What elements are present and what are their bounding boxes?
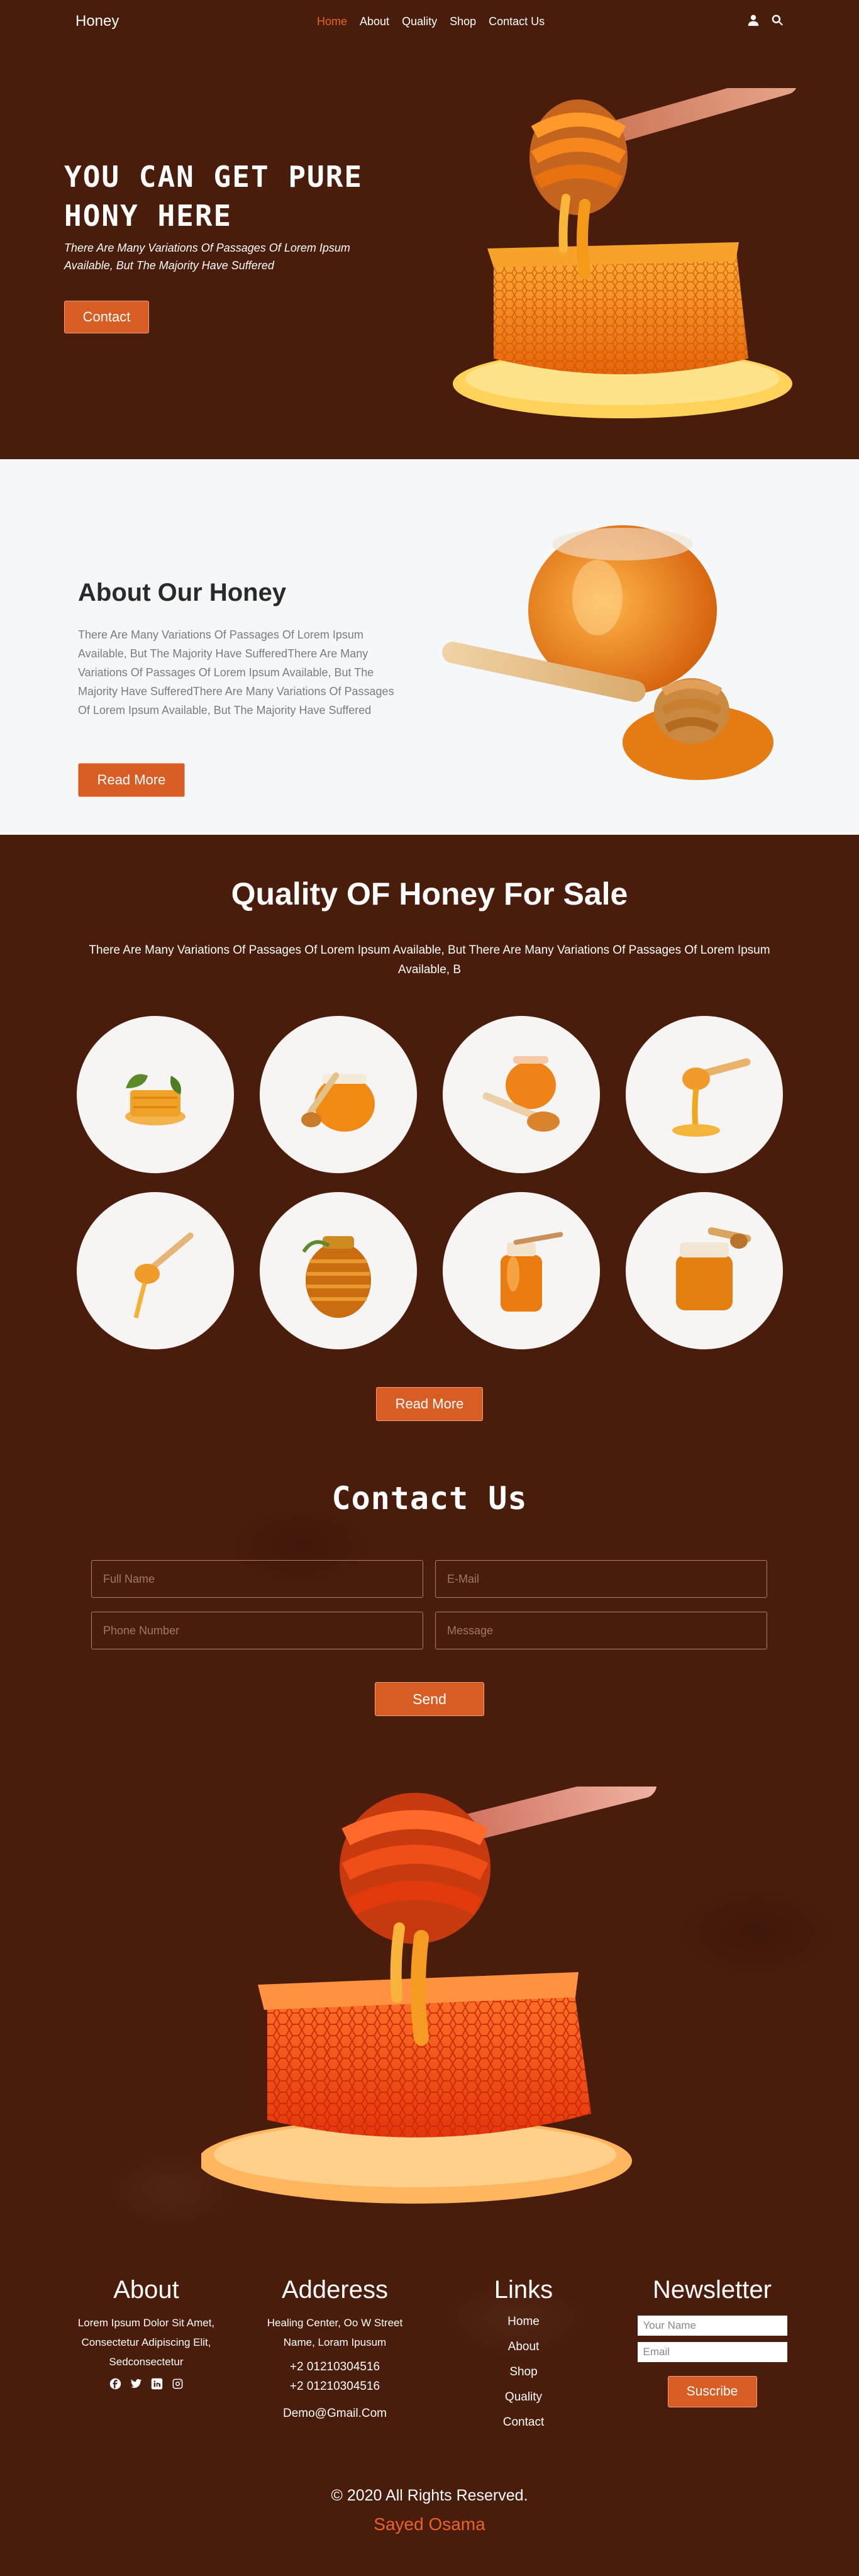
nav-link-home[interactable]: Home <box>317 15 347 28</box>
phone-number-field[interactable] <box>91 1612 423 1649</box>
instagram-icon[interactable] <box>172 2378 184 2390</box>
footer-about-text: Lorem Ipsum Dolor Sit Amet, Consectetur … <box>77 2317 215 2368</box>
product-honey-comb[interactable] <box>77 1016 234 1173</box>
quality-subtitle: There Are Many Variations Of Passages Of… <box>89 944 770 976</box>
nav-link-contact[interactable]: Contact Us <box>489 15 545 28</box>
honeycomb-dipper-large-image <box>201 1787 657 2204</box>
about-read-more-button[interactable]: Read More <box>78 763 185 797</box>
hero-title: YOU CAN GET PURE HONY HERE <box>64 160 363 233</box>
product-honey-jar[interactable] <box>626 1192 783 1349</box>
footer-link-quality[interactable]: Quality <box>440 2385 607 2410</box>
footer-about: About Lorem Ipsum Dolor Sit Amet, Consec… <box>63 2276 230 2390</box>
user-icon[interactable] <box>747 14 760 26</box>
search-icon[interactable] <box>771 14 784 26</box>
nav-link-shop[interactable]: Shop <box>450 15 476 28</box>
facebook-icon[interactable] <box>109 2378 121 2390</box>
product-honey-pot[interactable] <box>443 1016 600 1173</box>
copyright-text: © 2020 All Rights Reserved. <box>331 2487 528 2504</box>
product-honey-bottle[interactable] <box>443 1192 600 1349</box>
honey-pot-image <box>482 1056 560 1132</box>
honey-drip-image <box>672 1058 751 1137</box>
dipper-drip-image <box>133 1232 194 1319</box>
newsletter-name-input[interactable] <box>637 2316 787 2336</box>
twitter-icon[interactable] <box>130 2378 142 2390</box>
email-field[interactable] <box>435 1560 767 1598</box>
nav-link-about[interactable]: About <box>360 15 389 28</box>
honeycomb-dipper-image <box>453 88 797 418</box>
footer-phone-2: +2 01210304516 <box>289 2380 380 2393</box>
brand-logo[interactable]: Honey <box>75 13 119 30</box>
product-dipper-drip[interactable] <box>77 1192 234 1349</box>
footer-newsletter-title: Newsletter <box>653 2276 772 2304</box>
quality-title: Quality OF Honey For Sale <box>231 876 628 912</box>
linkedin-icon[interactable] <box>151 2378 163 2390</box>
footer-about-title: About <box>113 2276 179 2304</box>
quality-read-more-button[interactable]: Read More <box>376 1387 483 1421</box>
full-name-field[interactable] <box>91 1560 423 1598</box>
top-nav: Honey Home About Quality Shop Contact Us <box>0 0 859 45</box>
hero-subtitle: There Are Many Variations Of Passages Of… <box>64 242 350 272</box>
footer-email[interactable]: Demo@Gmail.Com <box>252 2404 418 2423</box>
footer-address: Adderess Healing Center, Oo W Street Nam… <box>252 2276 418 2423</box>
send-button[interactable]: Send <box>375 1682 484 1716</box>
honey-jar-dipper-image <box>442 525 773 780</box>
product-beehive-jar[interactable] <box>260 1192 417 1349</box>
product-honey-jar-dipper[interactable] <box>260 1016 417 1173</box>
product-honey-drip[interactable] <box>626 1016 783 1173</box>
footer-link-contact[interactable]: Contact <box>440 2410 607 2435</box>
subscribe-button[interactable]: Suscribe <box>667 2376 757 2407</box>
hero-contact-button[interactable]: Contact <box>64 301 149 333</box>
nav-links: Home About Quality Shop Contact Us <box>317 15 545 28</box>
footer-address-text: Healing Center, Oo W Street Name, Loram … <box>267 2317 403 2348</box>
message-field[interactable] <box>435 1612 767 1649</box>
honey-comb-image <box>125 1074 186 1125</box>
footer-link-shop[interactable]: Shop <box>440 2360 607 2385</box>
footer-links-title: Links <box>494 2276 553 2304</box>
footer-link-home[interactable]: Home <box>440 2309 607 2334</box>
author-name: Sayed Osama <box>374 2514 485 2534</box>
footer-link-about[interactable]: About <box>440 2334 607 2360</box>
about-title: About Our Honey <box>78 579 287 606</box>
about-section: About Our Honey There Are Many Variation… <box>0 459 859 835</box>
newsletter-email-input[interactable] <box>637 2342 787 2362</box>
nav-icons <box>747 14 784 26</box>
hero-section: Honey Home About Quality Shop Contact Us… <box>0 0 859 459</box>
footer-phone-1: +2 01210304516 <box>289 2360 380 2373</box>
honey-jar-image <box>676 1227 751 1310</box>
footer-links: Links Home About Shop Quality Contact <box>440 2276 607 2435</box>
about-text: There Are Many Variations Of Passages Of… <box>78 628 394 716</box>
nav-link-quality[interactable]: Quality <box>402 15 437 28</box>
honey-bottle-image <box>501 1232 563 1312</box>
footer-newsletter: Newsletter Suscribe <box>629 2276 795 2407</box>
beehive-jar-image <box>302 1236 371 1318</box>
footer-address-title: Adderess <box>282 2276 388 2304</box>
contact-title: Contact Us <box>331 1480 528 1517</box>
honey-jar-dipper-image <box>301 1072 375 1132</box>
social-links <box>63 2378 230 2390</box>
